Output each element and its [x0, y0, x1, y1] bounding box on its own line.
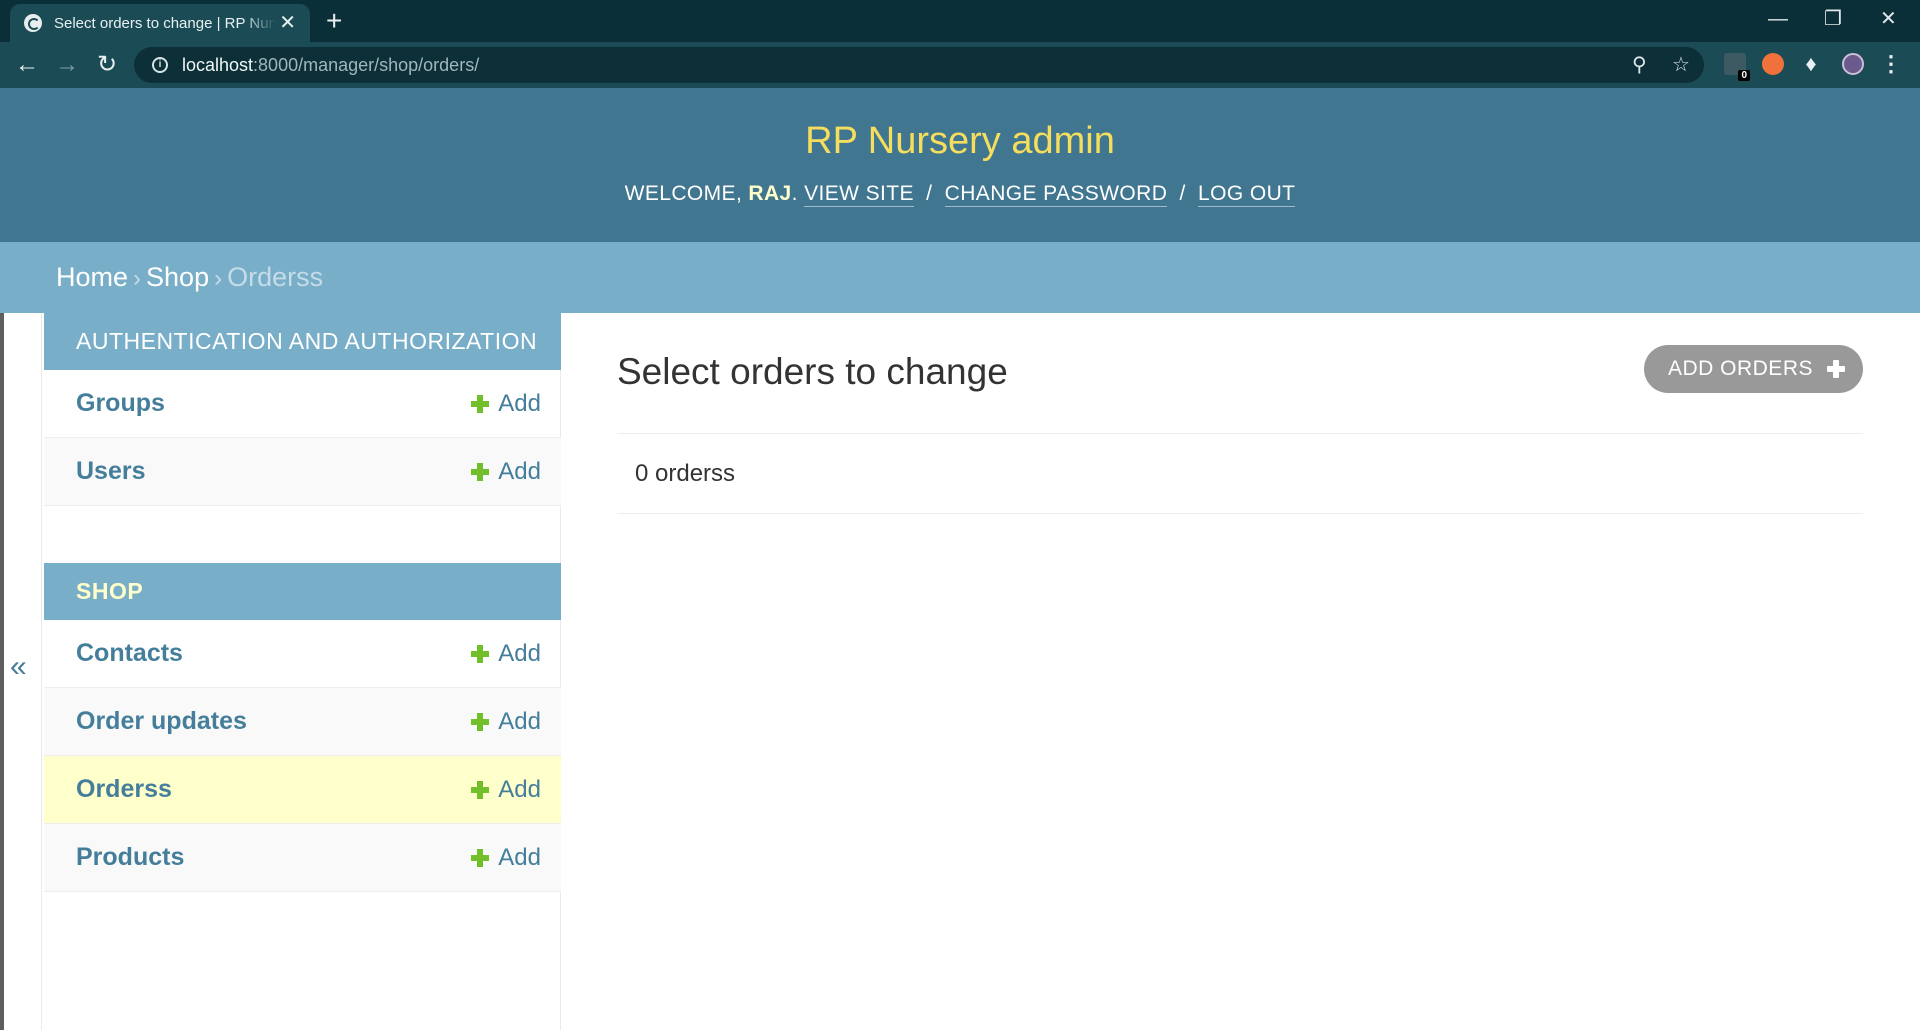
model-link-orderss[interactable]: Orderss [76, 775, 172, 804]
breadcrumb-shop[interactable]: Shop [146, 262, 209, 292]
sidebar-item-contacts: Contacts Add [44, 620, 561, 688]
page-title: Select orders to change [617, 351, 1008, 392]
extension-orange-icon[interactable] [1762, 53, 1784, 75]
add-order-updates-link[interactable]: Add [471, 708, 541, 736]
module-caption[interactable]: AUTHENTICATION AND AUTHORIZATION [44, 313, 561, 370]
breadcrumb-home[interactable]: Home [56, 262, 128, 292]
add-orderss-link[interactable]: Add [471, 776, 541, 804]
add-groups-link[interactable]: Add [471, 390, 541, 418]
new-tab-button[interactable]: + [326, 6, 342, 36]
forward-icon[interactable]: → [52, 50, 82, 80]
view-site-link[interactable]: VIEW SITE [804, 182, 914, 207]
nav-sidebar: AUTHENTICATION AND AUTHORIZATION Groups … [43, 313, 561, 1030]
address-bar[interactable]: i localhost:8000/manager/shop/orders/ ⚲ … [134, 47, 1704, 83]
separator: / [926, 182, 933, 205]
back-icon[interactable]: ← [12, 50, 42, 80]
globe-icon [24, 14, 42, 32]
extensions-puzzle-icon[interactable]: ♦ [1800, 53, 1822, 75]
add-contacts-link[interactable]: Add [471, 640, 541, 668]
add-label: Add [498, 775, 541, 803]
username: RAJ [748, 182, 792, 205]
add-icon [471, 644, 490, 663]
change-password-link[interactable]: CHANGE PASSWORD [944, 182, 1168, 207]
add-icon [471, 462, 490, 481]
model-link-order-updates[interactable]: Order updates [76, 707, 247, 736]
sidebar-item-orderss: Orderss Add [44, 756, 561, 824]
collapse-sidebar-icon[interactable]: « [10, 650, 27, 684]
model-link-contacts[interactable]: Contacts [76, 639, 183, 668]
breadcrumb-separator: › [214, 265, 223, 292]
model-link-users[interactable]: Users [76, 457, 146, 486]
tab-close-icon[interactable]: ✕ [279, 13, 296, 33]
restore-icon[interactable]: ❐ [1824, 4, 1842, 34]
minimize-icon[interactable]: — [1768, 4, 1788, 34]
breadcrumb-current: Orderss [227, 262, 324, 292]
add-icon [471, 780, 490, 799]
add-orders-label: ADD ORDERS [1667, 357, 1813, 380]
profile-avatar[interactable] [1842, 53, 1864, 75]
user-tools: WELCOME, RAJ. VIEW SITE / CHANGE PASSWOR… [624, 182, 1296, 207]
sidebar-item-order-updates: Order updates Add [44, 688, 561, 756]
site-name[interactable]: RP Nursery admin [0, 120, 1920, 163]
log-out-link[interactable]: LOG OUT [1198, 182, 1296, 207]
admin-header: RP Nursery admin WELCOME, RAJ. VIEW SITE… [0, 88, 1920, 242]
reload-icon[interactable]: ↻ [92, 50, 122, 80]
add-orders-button[interactable]: ADD ORDERS [1643, 345, 1863, 393]
close-window-icon[interactable]: ✕ [1880, 4, 1897, 34]
model-link-groups[interactable]: Groups [76, 389, 165, 418]
url-host: localhost [182, 54, 254, 75]
browser-menu-icon[interactable]: ⋮ [1880, 53, 1902, 75]
url-path: :8000/manager/shop/orders/ [253, 54, 480, 75]
breadcrumb-separator: › [133, 265, 142, 292]
welcome-text: WELCOME, [624, 182, 749, 205]
zoom-icon[interactable]: ⚲ [1632, 54, 1647, 76]
add-label: Add [498, 843, 541, 871]
separator: / [1179, 182, 1186, 205]
module-auth: AUTHENTICATION AND AUTHORIZATION Groups … [43, 313, 561, 506]
add-icon [471, 848, 490, 867]
module-caption[interactable]: SHOP [44, 563, 561, 620]
breadcrumb: Home › Shop › Orderss [0, 242, 1920, 313]
sidebar-item-products: Products Add [44, 824, 561, 892]
add-label: Add [498, 639, 541, 667]
nav-sidebar-toggle[interactable]: « [0, 313, 42, 1030]
add-label: Add [498, 457, 541, 485]
add-icon [471, 394, 490, 413]
browser-toolbar: ← → ↻ i localhost:8000/manager/shop/orde… [0, 42, 1920, 88]
plus-icon [1827, 360, 1845, 378]
browser-tabstrip: Select orders to change | RP Nursery adm… [0, 0, 1920, 42]
site-info-icon[interactable]: i [152, 57, 168, 73]
extension-icon[interactable]: 0 [1724, 53, 1750, 81]
add-label: Add [498, 389, 541, 417]
browser-tab[interactable]: Select orders to change | RP Nursery adm… [10, 4, 310, 42]
result-count: 0 orderss [617, 433, 1863, 514]
bookmark-star-icon[interactable]: ☆ [1672, 54, 1690, 76]
add-users-link[interactable]: Add [471, 458, 541, 486]
tab-title: Select orders to change | RP Nursery adm… [54, 14, 276, 32]
extension-badge: 0 [1738, 70, 1750, 81]
model-link-products[interactable]: Products [76, 843, 184, 872]
sidebar-item-groups: Groups Add [44, 370, 561, 438]
add-label: Add [498, 707, 541, 735]
module-shop: SHOP Contacts Add Order updates Add Orde… [43, 563, 561, 892]
add-products-link[interactable]: Add [471, 844, 541, 872]
sidebar-item-users: Users Add [44, 438, 561, 506]
add-icon [471, 712, 490, 731]
